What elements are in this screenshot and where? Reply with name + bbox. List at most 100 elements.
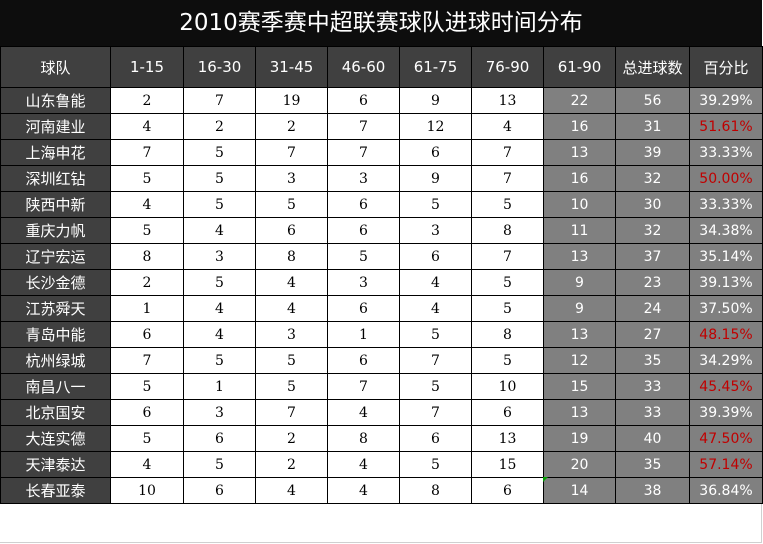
header-76-90[interactable]: 76-90 [471, 46, 544, 88]
goals-61-90-cell[interactable]: 10 [543, 191, 616, 218]
percentage-cell[interactable]: 48.15% [689, 321, 763, 348]
goals-16-30-cell[interactable]: 3 [183, 243, 256, 270]
goals-61-75-cell[interactable]: 7 [399, 399, 472, 426]
goals-16-30-cell[interactable]: 5 [183, 269, 256, 296]
goals-61-90-cell[interactable]: 14 [543, 477, 616, 504]
goals-1-15-cell[interactable]: 4 [110, 451, 184, 478]
percentage-cell[interactable]: 47.50% [689, 425, 763, 452]
team-name-cell[interactable]: 上海申花 [0, 139, 111, 166]
goals-1-15-cell[interactable]: 10 [110, 477, 184, 504]
goals-16-30-cell[interactable]: 3 [183, 399, 256, 426]
goals-16-30-cell[interactable]: 5 [183, 165, 256, 192]
percentage-cell[interactable]: 33.33% [689, 139, 763, 166]
percentage-cell[interactable]: 36.84% [689, 477, 763, 504]
goals-76-90-cell[interactable]: 8 [471, 217, 544, 244]
goals-16-30-cell[interactable]: 5 [183, 347, 256, 374]
goals-1-15-cell[interactable]: 5 [110, 217, 184, 244]
goals-61-75-cell[interactable]: 5 [399, 373, 472, 400]
goals-31-45-cell[interactable]: 7 [255, 139, 328, 166]
goals-61-90-cell[interactable]: 11 [543, 217, 616, 244]
percentage-cell[interactable]: 45.45% [689, 373, 763, 400]
goals-61-75-cell[interactable]: 3 [399, 217, 472, 244]
goals-1-15-cell[interactable]: 4 [110, 191, 184, 218]
goals-76-90-cell[interactable]: 7 [471, 243, 544, 270]
goals-16-30-cell[interactable]: 6 [183, 425, 256, 452]
goals-46-60-cell[interactable]: 4 [327, 399, 400, 426]
goals-61-75-cell[interactable]: 12 [399, 113, 472, 140]
goals-61-75-cell[interactable]: 7 [399, 347, 472, 374]
percentage-cell[interactable]: 39.39% [689, 399, 763, 426]
goals-61-90-cell[interactable]: 9 [543, 269, 616, 296]
goals-31-45-cell[interactable]: 6 [255, 217, 328, 244]
goals-31-45-cell[interactable]: 4 [255, 269, 328, 296]
goals-76-90-cell[interactable]: 5 [471, 347, 544, 374]
goals-1-15-cell[interactable]: 6 [110, 399, 184, 426]
team-name-cell[interactable]: 江苏舜天 [0, 295, 111, 322]
goals-61-75-cell[interactable]: 6 [399, 139, 472, 166]
header-1-15[interactable]: 1-15 [110, 46, 184, 88]
goals-76-90-cell[interactable]: 15 [471, 451, 544, 478]
total-goals-cell[interactable]: 56 [615, 87, 690, 114]
percentage-cell[interactable]: 39.13% [689, 269, 763, 296]
total-goals-cell[interactable]: 40 [615, 425, 690, 452]
goals-46-60-cell[interactable]: 3 [327, 165, 400, 192]
goals-16-30-cell[interactable]: 7 [183, 87, 256, 114]
total-goals-cell[interactable]: 32 [615, 217, 690, 244]
total-goals-cell[interactable]: 24 [615, 295, 690, 322]
total-goals-cell[interactable]: 33 [615, 399, 690, 426]
goals-46-60-cell[interactable]: 6 [327, 217, 400, 244]
goals-46-60-cell[interactable]: 6 [327, 191, 400, 218]
team-name-cell[interactable]: 杭州绿城 [0, 347, 111, 374]
goals-61-90-cell[interactable]: 20 [543, 451, 616, 478]
team-name-cell[interactable]: 青岛中能 [0, 321, 111, 348]
goals-61-90-cell[interactable]: 9 [543, 295, 616, 322]
total-goals-cell[interactable]: 39 [615, 139, 690, 166]
goals-31-45-cell[interactable]: 5 [255, 191, 328, 218]
header-16-30[interactable]: 16-30 [183, 46, 256, 88]
percentage-cell[interactable]: 34.38% [689, 217, 763, 244]
goals-61-75-cell[interactable]: 6 [399, 425, 472, 452]
goals-61-75-cell[interactable]: 9 [399, 165, 472, 192]
goals-1-15-cell[interactable]: 8 [110, 243, 184, 270]
goals-61-90-cell[interactable]: 16 [543, 113, 616, 140]
header-61-90[interactable]: 61-90 [543, 46, 616, 88]
goals-1-15-cell[interactable]: 5 [110, 373, 184, 400]
team-name-cell[interactable]: 河南建业 [0, 113, 111, 140]
goals-16-30-cell[interactable]: 4 [183, 295, 256, 322]
goals-46-60-cell[interactable]: 7 [327, 139, 400, 166]
goals-31-45-cell[interactable]: 7 [255, 399, 328, 426]
goals-61-90-cell[interactable]: 13 [543, 243, 616, 270]
goals-76-90-cell[interactable]: 6 [471, 477, 544, 504]
goals-1-15-cell[interactable]: 6 [110, 321, 184, 348]
goals-31-45-cell[interactable]: 2 [255, 451, 328, 478]
goals-76-90-cell[interactable]: 7 [471, 165, 544, 192]
goals-46-60-cell[interactable]: 5 [327, 243, 400, 270]
team-name-cell[interactable]: 深圳红钻 [0, 165, 111, 192]
percentage-cell[interactable]: 37.50% [689, 295, 763, 322]
goals-61-90-cell[interactable]: 13 [543, 321, 616, 348]
goals-31-45-cell[interactable]: 3 [255, 165, 328, 192]
team-name-cell[interactable]: 南昌八一 [0, 373, 111, 400]
goals-61-90-cell[interactable]: 22 [543, 87, 616, 114]
team-name-cell[interactable]: 大连实德 [0, 425, 111, 452]
goals-46-60-cell[interactable]: 7 [327, 373, 400, 400]
goals-46-60-cell[interactable]: 8 [327, 425, 400, 452]
goals-61-75-cell[interactable]: 9 [399, 87, 472, 114]
goals-1-15-cell[interactable]: 5 [110, 165, 184, 192]
goals-16-30-cell[interactable]: 5 [183, 139, 256, 166]
team-name-cell[interactable]: 北京国安 [0, 399, 111, 426]
goals-16-30-cell[interactable]: 4 [183, 321, 256, 348]
percentage-cell[interactable]: 57.14% [689, 451, 763, 478]
goals-76-90-cell[interactable]: 5 [471, 191, 544, 218]
total-goals-cell[interactable]: 23 [615, 269, 690, 296]
total-goals-cell[interactable]: 33 [615, 373, 690, 400]
header-percentage[interactable]: 百分比 [689, 46, 763, 88]
goals-76-90-cell[interactable]: 8 [471, 321, 544, 348]
goals-76-90-cell[interactable]: 5 [471, 269, 544, 296]
goals-16-30-cell[interactable]: 2 [183, 113, 256, 140]
goals-31-45-cell[interactable]: 4 [255, 477, 328, 504]
goals-61-75-cell[interactable]: 8 [399, 477, 472, 504]
goals-76-90-cell[interactable]: 13 [471, 425, 544, 452]
goals-46-60-cell[interactable]: 7 [327, 113, 400, 140]
goals-31-45-cell[interactable]: 5 [255, 347, 328, 374]
